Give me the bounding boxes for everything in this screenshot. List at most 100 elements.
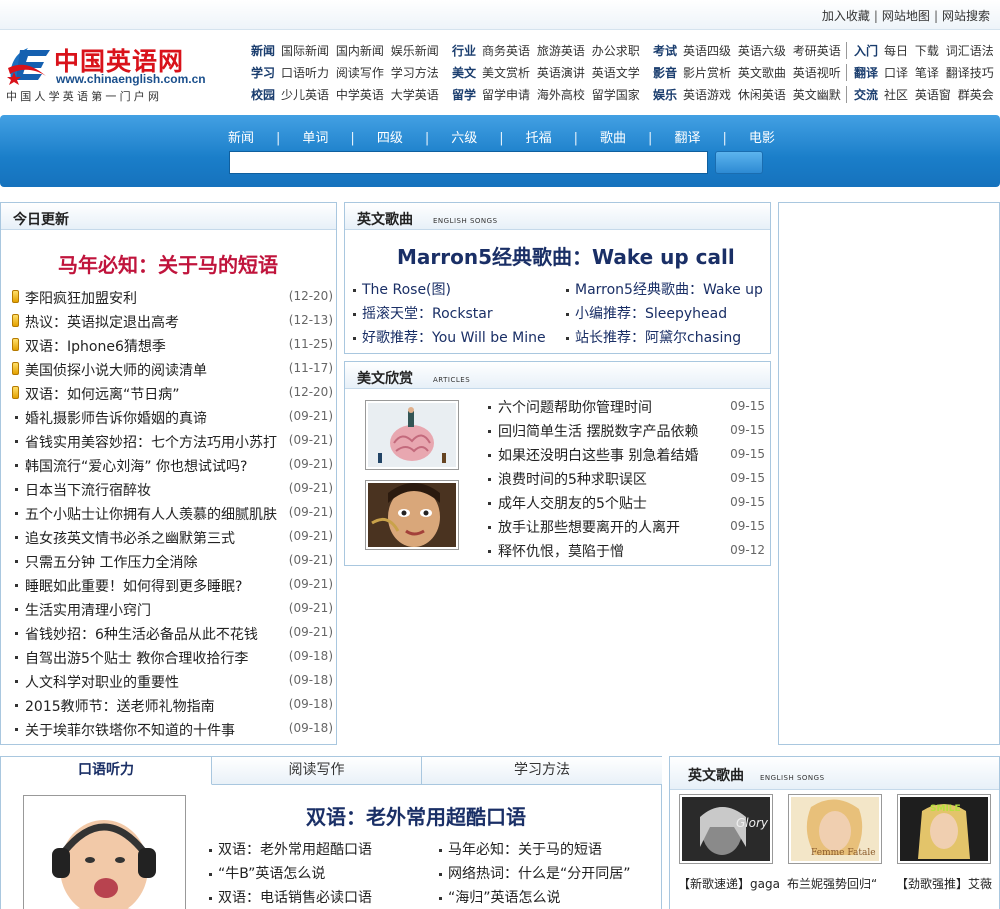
news-item[interactable]: 热议：英语拟定退出高考 (12-13) (11, 309, 333, 333)
list-item[interactable]: “牛B”英语怎么说 (209, 863, 372, 887)
tab-reading-writing[interactable]: 阅读写作 (212, 757, 422, 785)
search-button[interactable] (715, 151, 763, 174)
nav-link[interactable]: 美文赏析 (482, 66, 530, 80)
search-cat-translate[interactable]: 翻译 (674, 127, 700, 146)
news-item[interactable]: 人文科学对职业的重要性 (09-18) (11, 669, 333, 693)
news-item[interactable]: 2015教师节：送老师礼物指南 (09-18) (11, 693, 333, 717)
tab-study-methods[interactable]: 学习方法 (422, 757, 662, 785)
list-item[interactable]: Marron5经典歌曲：Wake up (566, 279, 763, 303)
album-caption[interactable]: 【劲歌强推】艾薇 (896, 875, 992, 892)
nav-link[interactable]: 每日 (884, 44, 908, 58)
album-cover[interactable]: SMILE (897, 794, 991, 864)
songs-headline[interactable]: Marron5经典歌曲：Wake up call (397, 241, 735, 270)
news-item[interactable]: 韩国流行“爱心刘海” 你也想试试吗? (09-21) (11, 453, 333, 477)
news-item[interactable]: 只需五分钟 工作压力全消除 (09-21) (11, 549, 333, 573)
news-item[interactable]: 五个小贴士让你拥有人人羡慕的细腻肌肤 (09-21) (11, 501, 333, 525)
news-item[interactable]: 睡眠如此重要！如何得到更多睡眠? (09-21) (11, 573, 333, 597)
search-cat-movies[interactable]: 电影 (749, 127, 775, 146)
search-cat-words[interactable]: 单词 (302, 127, 328, 146)
list-item[interactable]: 双语：电话销售必读口语 (209, 887, 372, 909)
news-item[interactable]: 美国侦探小说大师的阅读清单 (11-17) (11, 357, 333, 381)
nav-head[interactable]: 影音 (653, 66, 677, 80)
album-cover[interactable]: Femme Fatale (788, 794, 882, 864)
nav-link[interactable]: 英文幽默 (793, 88, 841, 102)
list-item[interactable]: 小编推荐：Sleepyhead (566, 303, 763, 327)
nav-head[interactable]: 入门 (854, 44, 878, 58)
nav-link[interactable]: 影片赏析 (683, 66, 731, 80)
nav-link[interactable]: 中学英语 (336, 88, 384, 102)
search-cat-songs[interactable]: 歌曲 (600, 127, 626, 146)
search-input[interactable] (229, 151, 708, 174)
article-item[interactable]: 浪费时间的5种求职误区 09-15 (488, 468, 765, 492)
nav-link[interactable]: 下载 (915, 44, 939, 58)
nav-link[interactable]: 少儿英语 (281, 88, 329, 102)
news-item[interactable]: 生活实用清理小窍门 (09-21) (11, 597, 333, 621)
album-caption[interactable]: 【新歌速递】gaga (678, 875, 780, 892)
nav-link[interactable]: 社区 (884, 88, 908, 102)
nav-link[interactable]: 英语游戏 (683, 88, 731, 102)
nav-link[interactable]: 群英会 (958, 88, 994, 102)
nav-link[interactable]: 翻译技巧 (946, 66, 994, 80)
site-search-link[interactable]: 网站搜索 (942, 9, 990, 23)
nav-link[interactable]: 学习方法 (391, 66, 439, 80)
nav-link[interactable]: 口语听力 (281, 66, 329, 80)
today-headline[interactable]: 马年必知：关于马的短语 (58, 249, 278, 278)
article-item[interactable]: 六个问题帮助你管理时间 09-15 (488, 396, 765, 420)
news-item[interactable]: 追女孩英文情书必杀之幽默第三式 (09-21) (11, 525, 333, 549)
nav-link[interactable]: 办公求职 (592, 44, 640, 58)
list-item[interactable]: 摇滚天堂：Rockstar (353, 303, 546, 327)
nav-head[interactable]: 行业 (452, 44, 476, 58)
nav-link[interactable]: 商务英语 (482, 44, 530, 58)
article-item[interactable]: 成年人交朋友的5个贴士 09-15 (488, 492, 765, 516)
news-item[interactable]: 日本当下流行宿醉妆 (09-21) (11, 477, 333, 501)
nav-link[interactable]: 英语六级 (738, 44, 786, 58)
search-cat-cet6[interactable]: 六级 (451, 127, 477, 146)
nav-link[interactable]: 笔译 (915, 66, 939, 80)
nav-link[interactable]: 口译 (884, 66, 908, 80)
nav-link[interactable]: 旅游英语 (537, 44, 585, 58)
list-item[interactable]: 网络热词：什么是“分开同居” (439, 863, 631, 887)
nav-link[interactable]: 英语文学 (592, 66, 640, 80)
news-item[interactable]: 省钱实用美容妙招：七个方法巧用小苏打 (09-21) (11, 429, 333, 453)
news-item[interactable]: 关于埃菲尔铁塔你不知道的十件事 (09-18) (11, 717, 333, 741)
nav-head[interactable]: 娱乐 (653, 88, 677, 102)
news-item[interactable]: 双语：如何远离“节日病” (12-20) (11, 381, 333, 405)
news-item[interactable]: 婚礼摄影师告诉你婚姻的真谛 (09-21) (11, 405, 333, 429)
article-item[interactable]: 释怀仇恨，莫陷于憎 09-12 (488, 540, 765, 564)
nav-link[interactable]: 英语四级 (683, 44, 731, 58)
nav-link[interactable]: 考研英语 (793, 44, 841, 58)
article-item[interactable]: 放手让那些想要离开的人离开 09-15 (488, 516, 765, 540)
search-cat-toefl[interactable]: 托福 (526, 127, 552, 146)
article-item[interactable]: 如果还没明白这些事 别急着结婚 09-15 (488, 444, 765, 468)
nav-head[interactable]: 美文 (452, 66, 476, 80)
list-item[interactable]: 马年必知：关于马的短语 (439, 839, 631, 863)
nav-link[interactable]: 国内新闻 (336, 44, 384, 58)
nav-link[interactable]: 英语窗 (915, 88, 951, 102)
nav-link[interactable]: 阅读写作 (336, 66, 384, 80)
nav-head[interactable]: 校园 (251, 88, 275, 102)
album-cover[interactable]: Glory (679, 794, 773, 864)
nav-link[interactable]: 留学申请 (482, 88, 530, 102)
news-item[interactable]: 李阳疯狂加盟安利 (12-20) (11, 285, 333, 309)
add-favorite-link[interactable]: 加入收藏 (822, 9, 870, 23)
nav-link[interactable]: 休闲英语 (738, 88, 786, 102)
news-item[interactable]: 双语：Iphone6猜想季 (11-25) (11, 333, 333, 357)
search-cat-cet4[interactable]: 四级 (377, 127, 403, 146)
article-thumbnail[interactable] (365, 400, 459, 470)
news-item[interactable]: 自驾出游5个贴士 教你合理收拾行李 (09-18) (11, 645, 333, 669)
search-cat-news[interactable]: 新闻 (228, 127, 254, 146)
nav-link[interactable]: 英语视听 (793, 66, 841, 80)
nav-link[interactable]: 词汇语法 (946, 44, 994, 58)
list-item[interactable]: The Rose(图) (353, 279, 546, 303)
nav-link[interactable]: 娱乐新闻 (391, 44, 439, 58)
sitemap-link[interactable]: 网站地图 (882, 9, 930, 23)
nav-link[interactable]: 英文歌曲 (738, 66, 786, 80)
oral-headline[interactable]: 双语：老外常用超酷口语 (306, 801, 526, 830)
nav-head[interactable]: 新闻 (251, 44, 275, 58)
nav-link[interactable]: 国际新闻 (281, 44, 329, 58)
nav-link[interactable]: 留学国家 (592, 88, 640, 102)
nav-link[interactable]: 大学英语 (391, 88, 439, 102)
nav-link[interactable]: 海外高校 (537, 88, 585, 102)
nav-link[interactable]: 英语演讲 (537, 66, 585, 80)
nav-head[interactable]: 交流 (854, 88, 878, 102)
